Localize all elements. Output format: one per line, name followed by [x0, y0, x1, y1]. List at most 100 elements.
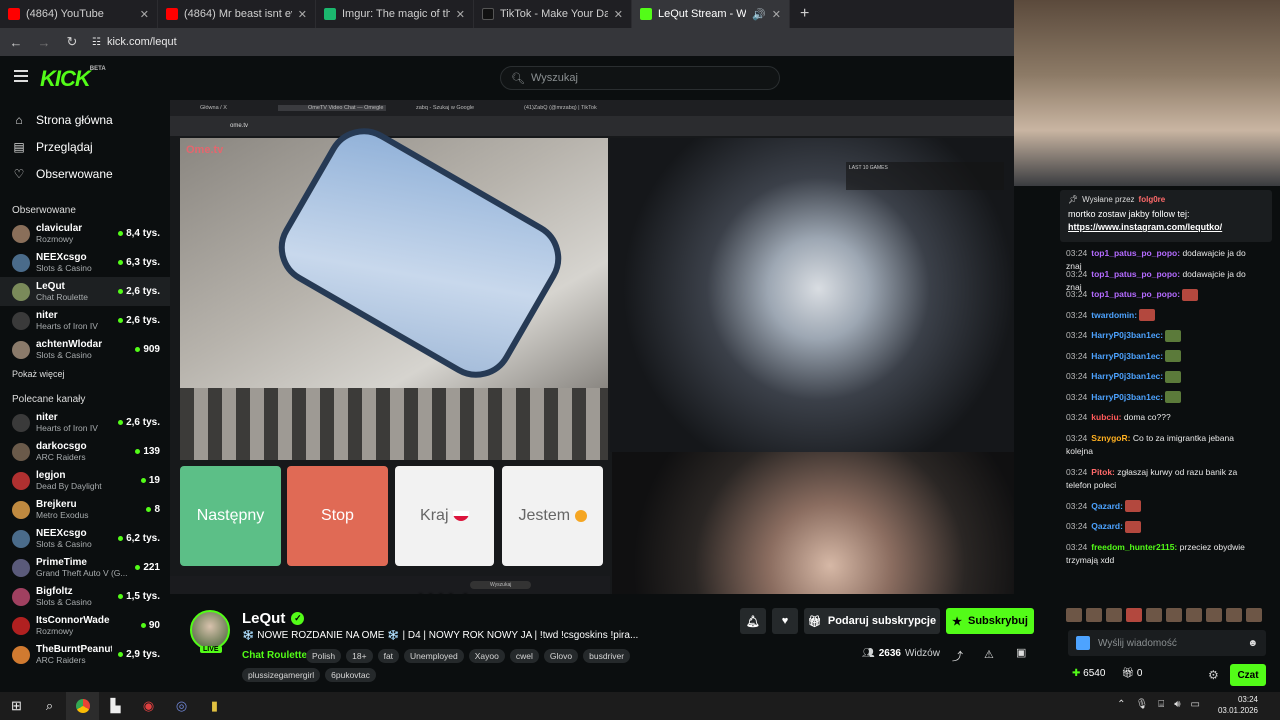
message-user[interactable]: HarryP0j3ban1ec: [1091, 392, 1163, 402]
channel-item[interactable]: Brejkeru Metro Exodus 8 [0, 495, 170, 524]
menu-icon[interactable] [14, 70, 28, 82]
channel-item[interactable]: LeQut Chat Roulette 2,6 tys. [0, 277, 170, 306]
search-input[interactable]: 🔍︎ Wyszukaj [500, 66, 780, 90]
tag[interactable]: 6pukovtac [325, 668, 376, 682]
message-user[interactable]: HarryP0j3ban1ec: [1091, 371, 1163, 381]
message-user[interactable]: top1_patus_po_popo: [1091, 269, 1180, 279]
points-display[interactable]: ✚ 6540 [1072, 668, 1105, 679]
pinned-link[interactable]: https://www.instagram.com/lequtko/ [1068, 222, 1222, 232]
nav-following[interactable]: ♡ Obserwowane [0, 160, 170, 187]
notification-button[interactable]: 🔔︎ [740, 608, 766, 634]
pinned-by-user[interactable]: folg0re [1139, 195, 1166, 204]
volume-icon[interactable]: 🔊︎ [1174, 699, 1180, 710]
system-clock[interactable]: 03:24 03.01.2026 [1218, 694, 1258, 716]
message-user[interactable]: HarryP0j3ban1ec: [1091, 330, 1163, 340]
address-field[interactable]: ☷ kick.com/lequt [92, 36, 177, 48]
chat-input[interactable]: Wyślij wiadomość ☻ [1068, 630, 1266, 656]
close-icon[interactable]: ✕ [614, 8, 623, 21]
channel-item[interactable]: clavicular Rozmowy 8,4 tys. [0, 219, 170, 248]
close-icon[interactable]: ✕ [140, 8, 149, 21]
back-icon[interactable]: ← [8, 35, 24, 50]
emote-icon[interactable] [1106, 608, 1122, 622]
streamer-name[interactable]: LeQut ✓ [242, 610, 305, 627]
browser-tab-imgur[interactable]: Imgur: The magic of the Internet ✕ [316, 0, 474, 28]
tag[interactable]: 18+ [346, 649, 373, 663]
emote-icon[interactable] [1226, 608, 1242, 622]
channel-item[interactable]: NEEXcsgo Slots & Casino 6,3 tys. [0, 248, 170, 277]
nav-home[interactable]: ⌂ Strona główna [0, 106, 170, 133]
message-user[interactable]: SznygoR: [1091, 433, 1130, 443]
forward-icon[interactable]: → [36, 35, 52, 50]
reload-icon[interactable]: ↻ [64, 34, 80, 50]
search-icon[interactable]: ⌕ [33, 692, 66, 720]
message-user[interactable]: Qazard: [1091, 501, 1123, 511]
settings-gear-icon[interactable]: ⚙ [1208, 668, 1219, 682]
new-tab-button[interactable]: + [790, 5, 819, 23]
gift-count[interactable]: 🎁︎ 0 [1121, 668, 1142, 679]
tag[interactable]: Glovo [543, 649, 579, 663]
channel-item[interactable]: legjon Dead By Daylight 19 [0, 466, 170, 495]
message-user[interactable]: kubciu: [1091, 412, 1121, 422]
file-icon[interactable]: ▙ [99, 692, 132, 720]
message-user[interactable]: HarryP0j3ban1ec: [1091, 351, 1163, 361]
site-info-icon[interactable]: ☷ [92, 37, 101, 48]
tag[interactable]: Polish [306, 649, 342, 663]
show-more-link[interactable]: Pokaż więcej [0, 364, 170, 384]
tag[interactable]: plussizegamergirl [242, 668, 321, 682]
channel-item[interactable]: darkocsgo ARC Raiders 139 [0, 437, 170, 466]
user-card-icon[interactable]: ▣ [1016, 646, 1026, 659]
report-icon[interactable]: ⚠ [984, 648, 994, 661]
kick-emote-icon[interactable] [1076, 636, 1090, 650]
channel-item[interactable]: ItsConnorWade Rozmowy 90 [0, 611, 170, 640]
message-user[interactable]: freedom_hunter2115: [1091, 542, 1177, 552]
browser-tab-youtube[interactable]: (4864) YouTube ✕ [0, 0, 158, 28]
network-icon[interactable]: ⌸ [1158, 699, 1164, 710]
emote-icon[interactable] [1086, 608, 1102, 622]
close-icon[interactable]: ✕ [772, 8, 781, 21]
windows-start-icon[interactable]: ⊞ [0, 692, 33, 720]
message-user[interactable]: top1_patus_po_popo: [1091, 248, 1180, 258]
message-user[interactable]: Qazard: [1091, 521, 1123, 531]
tag[interactable]: cwel [509, 649, 539, 663]
message-user[interactable]: Pitok: [1091, 467, 1115, 477]
streamer-avatar[interactable] [190, 610, 230, 650]
chevron-up-icon[interactable]: ⌃ [1117, 699, 1125, 710]
kick-logo[interactable]: KICKBETA [40, 66, 106, 92]
channel-item[interactable]: NEEXcsgo Slots & Casino 6,2 tys. [0, 524, 170, 553]
emote-icon[interactable] [1166, 608, 1182, 622]
speaker-icon[interactable]: 🔊 [752, 8, 766, 21]
channel-item[interactable]: Bigfoltz Slots & Casino 1,5 tys. [0, 582, 170, 611]
channel-item[interactable]: niter Hearts of Iron IV 2,6 tys. [0, 408, 170, 437]
follow-button[interactable]: ♥ [772, 608, 798, 634]
emote-icon[interactable] [1186, 608, 1202, 622]
emote-icon[interactable] [1126, 608, 1142, 622]
chat-send-button[interactable]: Czat [1230, 664, 1266, 686]
tag[interactable]: busdriver [583, 649, 631, 663]
gift-sub-button[interactable]: 🎁︎ Podaruj subskrypcje [804, 608, 940, 634]
browser-tab-tiktok[interactable]: TikTok - Make Your Day ✕ [474, 0, 632, 28]
emote-icon[interactable] [1206, 608, 1222, 622]
close-icon[interactable]: ✕ [456, 8, 465, 21]
stream-category[interactable]: Chat Roulette [242, 650, 307, 661]
tag[interactable]: Xayoo [468, 649, 505, 663]
subscribe-button[interactable]: ★ Subskrybuj [946, 608, 1034, 634]
message-user[interactable]: twardomin: [1091, 310, 1137, 320]
emoji-icon[interactable]: ☻ [1247, 638, 1258, 649]
message-user[interactable]: top1_patus_po_popo: [1091, 289, 1180, 299]
battery-icon[interactable]: ▭ [1191, 699, 1200, 710]
emote-icon[interactable] [1246, 608, 1262, 622]
browser-tab-youtube-video[interactable]: (4864) Mr beast isnt even trying ✕ [158, 0, 316, 28]
emote-icon[interactable] [1066, 608, 1082, 622]
tag[interactable]: fat [377, 649, 400, 663]
emote-icon[interactable] [1146, 608, 1162, 622]
discord-icon[interactable]: ◎ [165, 692, 198, 720]
channel-item[interactable]: achtenWlodar Slots & Casino 909 [0, 335, 170, 364]
tag[interactable]: Unemployed [404, 649, 464, 663]
nav-browse[interactable]: ▤ Przeglądaj [0, 133, 170, 160]
channel-item[interactable]: niter Hearts of Iron IV 2,6 tys. [0, 306, 170, 335]
app-icon[interactable]: ◉ [132, 692, 165, 720]
mic-icon[interactable]: 🎙︎ [1136, 699, 1149, 710]
browser-tab-kick[interactable]: LeQut Stream - Watch Live 🔊 ✕ [632, 0, 790, 28]
channel-item[interactable]: TheBurntPeanut ARC Raiders 2,9 tys. [0, 640, 170, 669]
chrome-icon[interactable] [66, 692, 99, 720]
